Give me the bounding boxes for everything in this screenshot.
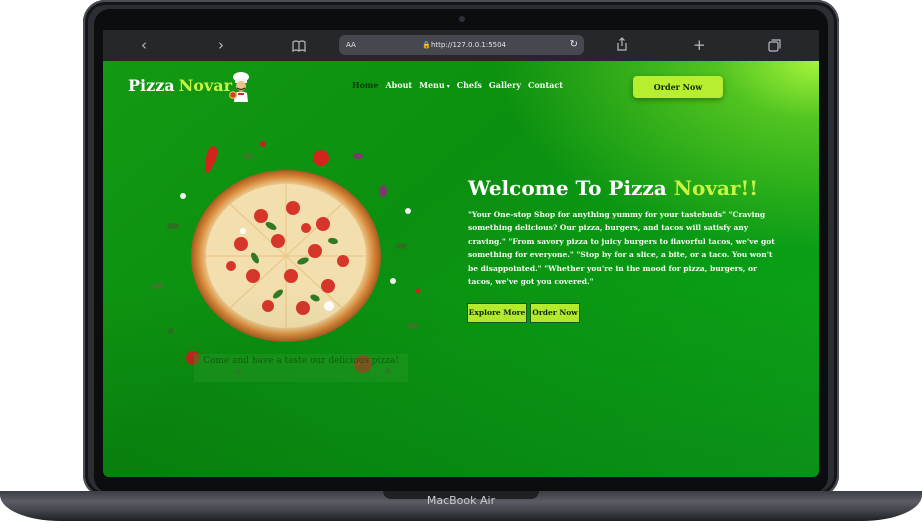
url-text[interactable]: http://127.0.0.1:5504	[431, 35, 506, 55]
hero-title: Welcome To Pizza Novar!!	[468, 176, 758, 200]
nav-menu-label: Menu	[419, 80, 445, 90]
hero-title-accent: Novar!!	[673, 176, 758, 200]
logo-accent: Novar	[178, 76, 233, 95]
share-icon[interactable]	[616, 37, 628, 55]
order-now-header-button[interactable]: Order Now	[633, 76, 723, 98]
nav-chefs[interactable]: Chefs	[457, 80, 482, 90]
camera-icon	[459, 16, 465, 22]
hero-title-text: Welcome To Pizza	[468, 176, 667, 200]
laptop-base: MacBook Air	[0, 491, 922, 521]
reload-icon[interactable]: ↻	[570, 35, 578, 55]
chevron-down-icon: ▾	[446, 83, 450, 90]
nav-contact[interactable]: Contact	[528, 80, 563, 90]
text-size-button[interactable]: AA	[346, 35, 356, 55]
browser-toolbar: ‹ › AA 🔒 http://127.0.0.1:5504 ↻ +	[103, 30, 819, 61]
site-logo[interactable]: Pizza Novar	[128, 76, 232, 95]
order-now-button[interactable]: Order Now	[530, 303, 580, 323]
chef-mascot-icon	[229, 72, 249, 102]
nav-home[interactable]: Home	[352, 80, 378, 90]
hero-pizza-image	[152, 141, 421, 375]
explore-more-button[interactable]: Explore More	[467, 303, 527, 323]
tabs-overview-icon[interactable]	[768, 38, 781, 56]
screen: ‹ › AA 🔒 http://127.0.0.1:5504 ↻ + Pizza…	[103, 30, 819, 477]
hero-caption: Come and have a taste our delicious pizz…	[194, 354, 408, 382]
nav-gallery[interactable]: Gallery	[489, 80, 521, 90]
lock-icon: 🔒	[422, 41, 431, 49]
main-nav: Home About Menu ▾ Chefs Gallery Contact	[352, 80, 570, 90]
logo-name: Pizza	[128, 76, 175, 95]
new-tab-icon[interactable]: +	[693, 36, 706, 54]
back-icon[interactable]: ‹	[141, 36, 147, 54]
nav-about[interactable]: About	[385, 80, 412, 90]
address-bar[interactable]: AA 🔒 http://127.0.0.1:5504 ↻	[339, 35, 584, 55]
device-label: MacBook Air	[426, 494, 496, 507]
nav-menu[interactable]: Menu ▾	[419, 80, 450, 90]
website: Pizza Novar Home About Menu ▾ Chefs Gallery Con…	[103, 61, 819, 477]
hero-description: "Your One-stop Shop for anything yummy f…	[468, 210, 775, 287]
bookmarks-icon[interactable]	[292, 38, 306, 56]
forward-icon[interactable]: ›	[218, 36, 224, 54]
